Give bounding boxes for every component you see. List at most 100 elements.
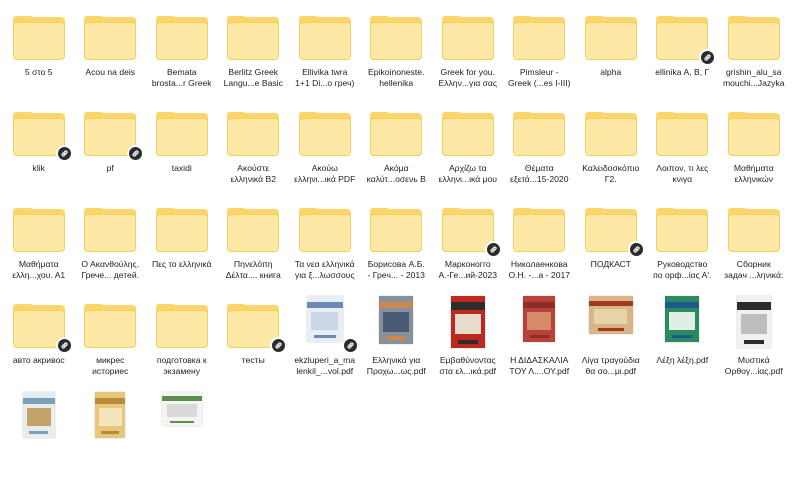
link-icon — [55, 337, 73, 354]
item-label: Ακόμα καλύτ...οσενь В — [366, 163, 426, 184]
folder-icon — [84, 16, 137, 60]
file-item[interactable]: Λίγα τραγούδια θα σο...μι.pdf — [575, 288, 647, 384]
folder-icon — [12, 208, 65, 252]
file-item[interactable]: Η ΔΙΔΑΣΚΑΛΙΑ ΤΟΥ Λ....ΟΥ.pdf — [504, 288, 576, 384]
folder-item[interactable]: Руководство по орф...ίας Α'. — [647, 192, 719, 288]
folder-icon — [227, 112, 280, 156]
file-item[interactable]: Ελληνικά για Προχω...ως.pdf — [361, 288, 433, 384]
folder-item[interactable]: Марконогго А.-Ге...ий-2023 — [432, 192, 504, 288]
folder-item[interactable]: Ακούω ελληνι...ικά PDF — [289, 96, 361, 192]
folder-item[interactable]: Μαθήματα ελληνικών — [718, 96, 790, 192]
folder-item[interactable]: pf — [75, 96, 147, 192]
folder-icon — [12, 16, 65, 60]
folder-icon — [727, 208, 780, 252]
folder-item[interactable]: Αρχίζω τα ελληνι...ικά μου — [432, 96, 504, 192]
folder-item[interactable]: Pimsleur - Greek (...es I-III) — [504, 0, 576, 96]
folder-icon — [370, 16, 423, 60]
folder-item[interactable]: Τα νεα ελληνικά για ξ...λωσσους — [289, 192, 361, 288]
folder-item[interactable]: Ο Ακανθούλης. Грече... детей. — [75, 192, 147, 288]
folder-icon — [298, 208, 351, 252]
folder-icon — [227, 304, 288, 354]
file-item[interactable]: ekzluperi_a_ma lenkil_...vol.pdf — [289, 288, 361, 384]
item-label: Руководство по орф...ίας Α'. — [653, 259, 712, 280]
item-label: pf — [106, 163, 114, 173]
folder-icon — [12, 304, 73, 354]
folder-icon — [155, 112, 208, 156]
folder-item[interactable]: taxidi — [146, 96, 218, 192]
folder-item[interactable]: Epikoinoneste. hellenika — [361, 0, 433, 96]
folder-icon — [84, 112, 145, 162]
item-label: Μυστικά Ορθογ...ίας.pdf — [724, 355, 783, 376]
item-label: Борисова А.Б. - Грeч... - 2013 — [367, 259, 425, 280]
item-label: taxidi — [171, 163, 192, 173]
folder-item[interactable]: Ακόμα καλύτ...οσενь В — [361, 96, 433, 192]
item-label: Η ΔΙΔΑΣΚΑΛΙΑ ΤΟΥ Λ....ΟΥ.pdf — [509, 355, 570, 376]
folder-icon — [155, 304, 208, 348]
folder-item[interactable]: Ακούστε ελληνικά Β2 — [218, 96, 290, 192]
folder-item[interactable]: Николаенкова О.Н. -...а - 2017 — [504, 192, 576, 288]
folder-item[interactable]: микрес историес — [75, 288, 147, 384]
folder-item[interactable]: Καλειδοσκόπιο Γ2. — [575, 96, 647, 192]
file-item[interactable] — [146, 384, 218, 480]
folder-icon — [12, 112, 73, 162]
folder-item[interactable]: Πηνελόπη Δέλτα.... книга — [218, 192, 290, 288]
folder-icon — [298, 16, 351, 60]
pdf-thumbnail — [513, 296, 565, 348]
item-label: Ακούστε ελληνικά Β2 — [230, 163, 276, 184]
item-label: Καλειδοσκόπιο Γ2. — [582, 163, 640, 184]
folder-item[interactable]: Bemata brosta...r Greek — [146, 0, 218, 96]
folder-icon — [441, 208, 502, 258]
folder-item[interactable]: тесты — [218, 288, 290, 384]
pdf-thumbnail — [299, 296, 359, 354]
folder-item[interactable]: Λοιπον, τι λες κνιγα — [647, 96, 719, 192]
item-label: Berlitz Greek Langu...e Basic — [223, 67, 283, 88]
folder-icon — [727, 16, 780, 60]
folder-icon — [298, 112, 351, 156]
link-icon — [627, 241, 645, 258]
folder-icon — [584, 208, 645, 258]
link-icon — [699, 49, 717, 66]
folder-icon — [513, 112, 566, 156]
file-item[interactable] — [3, 384, 75, 480]
file-item[interactable]: Λέξη λέξη.pdf — [647, 288, 719, 384]
folder-icon — [513, 16, 566, 60]
folder-item[interactable]: Μαθήματα ελλη...χου. Α1 — [3, 192, 75, 288]
folder-item[interactable]: 5 στο 5 — [3, 0, 75, 96]
folder-item[interactable]: Ellivika twra 1+1 Di...o греч) — [289, 0, 361, 96]
item-label: Αρχίζω τα ελληνι...ικά μου — [438, 163, 497, 184]
item-label: Μαθήματα ελληνικών — [733, 163, 774, 184]
folder-item[interactable]: Berlitz Greek Langu...e Basic — [218, 0, 290, 96]
folder-item[interactable]: grishin_alu_sa mouchi...Jazyka — [718, 0, 790, 96]
folder-icon — [441, 112, 494, 156]
folder-icon — [370, 208, 423, 252]
folder-item[interactable]: Greek for you. Ελλην...για σας — [432, 0, 504, 96]
folder-item[interactable]: klik — [3, 96, 75, 192]
pdf-thumbnail — [585, 296, 637, 348]
item-label: ellinika A, B, Γ — [655, 67, 710, 77]
item-label: Ελληνικά για Προχω...ως.pdf — [366, 355, 426, 376]
pdf-thumbnail — [370, 296, 422, 348]
folder-item[interactable]: Θέματα εξετά...15-2020 — [504, 96, 576, 192]
item-label: Λίγα τραγούδια θα σο...μι.pdf — [581, 355, 640, 376]
folder-item[interactable]: ПОДКАСТ — [575, 192, 647, 288]
folder-icon — [727, 112, 780, 156]
folder-item[interactable]: авто акривос — [3, 288, 75, 384]
item-label: Ο Ακανθούλης. Грече... детей. — [81, 259, 140, 280]
item-label: Θέματα εξετά...15-2020 — [510, 163, 569, 184]
folder-item[interactable]: подготовка к экзамену — [146, 288, 218, 384]
item-label: Greek for you. Ελλην...για σας — [438, 67, 498, 88]
file-item[interactable] — [75, 384, 147, 480]
folder-item[interactable]: Борисова А.Б. - Грeч... - 2013 — [361, 192, 433, 288]
folder-item[interactable]: Πες το ελληνικά — [146, 192, 218, 288]
folder-icon — [656, 208, 709, 252]
folder-icon — [84, 208, 137, 252]
item-label: Pimsleur - Greek (...es I-III) — [507, 67, 571, 88]
item-label: grishin_alu_sa mouchi...Jazyka — [722, 67, 785, 88]
file-item[interactable]: Μυστικά Ορθογ...ίας.pdf — [718, 288, 790, 384]
file-item[interactable]: Εμβαθύνοντας στα ελ...ικά.pdf — [432, 288, 504, 384]
item-label: авто акривос — [12, 355, 65, 365]
folder-item[interactable]: alpha — [575, 0, 647, 96]
folder-item[interactable]: Сборник задач ...ληνικά: — [718, 192, 790, 288]
folder-item[interactable]: ellinika A, B, Γ — [647, 0, 719, 96]
folder-item[interactable]: Acou na deis — [75, 0, 147, 96]
